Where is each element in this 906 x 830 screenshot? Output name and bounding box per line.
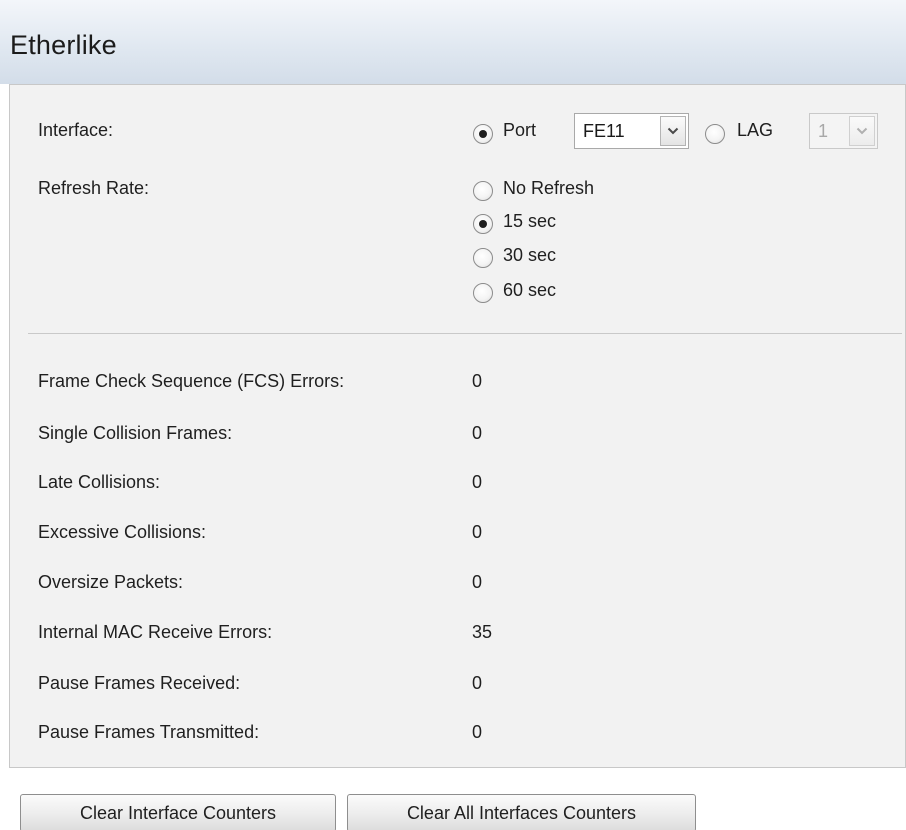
- page: Etherlike Interface: Port FE11 LAG 1 Ref…: [0, 0, 906, 830]
- refresh-option-label: 30 sec: [503, 245, 557, 265]
- stat-value: 0: [472, 722, 483, 742]
- lag-label: LAG: [737, 120, 774, 140]
- stat-label: Internal MAC Receive Errors:: [38, 622, 273, 642]
- lag-radio[interactable]: [705, 124, 725, 144]
- lag-select-value: 1: [818, 121, 829, 141]
- stat-value: 0: [472, 423, 483, 443]
- stat-label: Frame Check Sequence (FCS) Errors:: [38, 371, 345, 391]
- lag-select: 1: [809, 113, 878, 149]
- refresh-60-sec-radio[interactable]: [473, 283, 493, 303]
- clear-interface-counters-button[interactable]: Clear Interface Counters: [20, 794, 336, 830]
- stat-value: 35: [472, 622, 493, 642]
- section-divider: [28, 333, 902, 334]
- stat-label: Pause Frames Received:: [38, 673, 241, 693]
- clear-all-interfaces-counters-button[interactable]: Clear All Interfaces Counters: [347, 794, 696, 830]
- page-header: Etherlike: [0, 0, 906, 84]
- refresh-15-sec-radio[interactable]: [473, 214, 493, 234]
- stat-label: Oversize Packets:: [38, 572, 184, 592]
- stat-label: Single Collision Frames:: [38, 423, 233, 443]
- page-title: Etherlike: [10, 30, 117, 60]
- stat-label: Excessive Collisions:: [38, 522, 207, 542]
- stat-value: 0: [472, 572, 483, 592]
- refresh-no-refresh-radio[interactable]: [473, 181, 493, 201]
- chevron-down-icon: [849, 116, 875, 146]
- chevron-down-icon: [660, 116, 686, 146]
- stat-value: 0: [472, 472, 483, 492]
- stat-value: 0: [472, 371, 483, 391]
- stat-value: 0: [472, 522, 483, 542]
- refresh-rate-label: Refresh Rate:: [38, 178, 150, 198]
- port-select[interactable]: FE11: [574, 113, 689, 149]
- port-label: Port: [503, 120, 537, 140]
- refresh-option-label: 15 sec: [503, 211, 557, 231]
- interface-label: Interface:: [38, 120, 114, 140]
- port-select-value: FE11: [583, 121, 625, 141]
- refresh-option-label: 60 sec: [503, 280, 557, 300]
- stat-value: 0: [472, 673, 483, 693]
- port-radio[interactable]: [473, 124, 493, 144]
- stat-label: Late Collisions:: [38, 472, 161, 492]
- stat-label: Pause Frames Transmitted:: [38, 722, 260, 742]
- refresh-option-label: No Refresh: [503, 178, 595, 198]
- refresh-30-sec-radio[interactable]: [473, 248, 493, 268]
